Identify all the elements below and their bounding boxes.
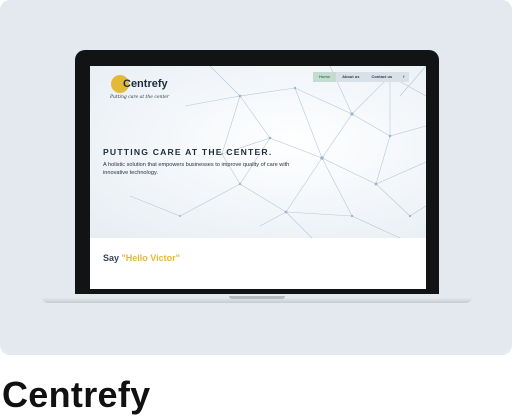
nav-item-home[interactable]: Home <box>313 72 337 82</box>
say-highlight: "Hello Victor" <box>121 253 180 263</box>
site-logo[interactable]: Centrefy Putting care at the center <box>110 75 180 105</box>
say-hello-heading: Say "Hello Victor" <box>103 253 180 263</box>
nav-item-contact-us[interactable]: Contact us <box>365 72 398 82</box>
logo-tagline: Putting care at the center <box>110 95 170 100</box>
laptop-screen: Centrefy Putting care at the center Home… <box>90 66 426 289</box>
hero-title: PUTTING CARE AT THE CENTER. <box>103 147 273 157</box>
project-card[interactable]: Centrefy Putting care at the center Home… <box>0 0 512 355</box>
logo-wordmark: Centrefy <box>123 78 168 90</box>
hero-subtitle: A holistic solution that empowers busine… <box>103 162 290 176</box>
facebook-icon[interactable]: f <box>398 72 409 82</box>
project-title: Centrefy <box>2 374 151 415</box>
laptop-notch <box>229 296 285 299</box>
nav-item-about-us[interactable]: About us <box>336 72 365 82</box>
say-prefix: Say <box>103 253 122 263</box>
hero-section: Centrefy Putting care at the center Home… <box>90 66 426 238</box>
site-nav: Home About us Contact us f <box>313 72 410 82</box>
